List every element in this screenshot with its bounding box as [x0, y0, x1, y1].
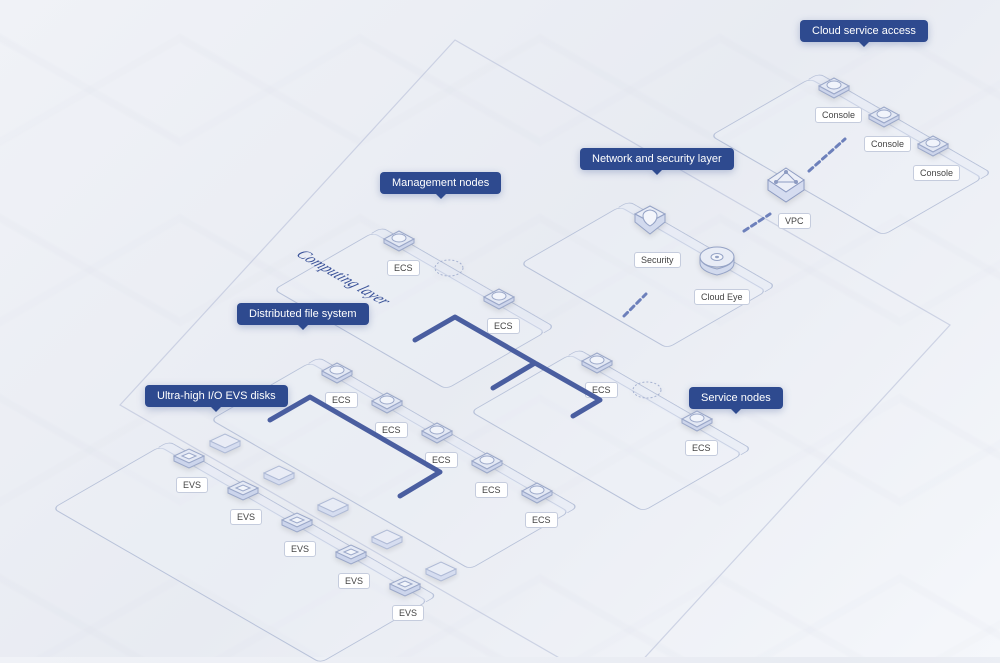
server-icon: [378, 225, 420, 255]
server-icon: [676, 405, 718, 435]
distributed-fs-title: Distributed file system: [237, 303, 369, 325]
cloud-icon: [912, 130, 954, 160]
cloud-icon: [813, 72, 855, 102]
server-icon: [416, 417, 458, 447]
server-icon: [576, 347, 618, 377]
shield-icon: [625, 200, 675, 244]
cloud-icon: [863, 101, 905, 131]
item-label: ECS: [685, 440, 718, 456]
item-label: ECS: [525, 512, 558, 528]
item-label: Console: [864, 136, 911, 152]
disk-icon: [366, 523, 408, 553]
item-label: ECS: [325, 392, 358, 408]
server-icon: [316, 357, 358, 387]
item-label: ECS: [425, 452, 458, 468]
disk-icon: [204, 427, 246, 457]
item-label: Console: [815, 107, 862, 123]
server-placeholder-icon: [428, 253, 470, 283]
item-label: EVS: [392, 605, 424, 621]
server-icon: [466, 447, 508, 477]
item-label: Console: [913, 165, 960, 181]
disk-icon: [312, 491, 354, 521]
cloud-eye-icon: [692, 237, 742, 281]
server-icon: [478, 283, 520, 313]
evs-disks-title: Ultra-high I/O EVS disks: [145, 385, 288, 407]
item-label: ECS: [475, 482, 508, 498]
item-label: EVS: [230, 509, 262, 525]
network-security-title: Network and security layer: [580, 148, 734, 170]
item-label: ECS: [585, 382, 618, 398]
item-label: ECS: [375, 422, 408, 438]
item-label: EVS: [284, 541, 316, 557]
item-label: Cloud Eye: [694, 289, 750, 305]
server-icon: [516, 477, 558, 507]
disk-icon: [258, 459, 300, 489]
item-label: Security: [634, 252, 681, 268]
cloud-access-title: Cloud service access: [800, 20, 928, 42]
item-label: EVS: [338, 573, 370, 589]
server-icon: [366, 387, 408, 417]
disk-icon: [420, 555, 462, 585]
item-label: EVS: [176, 477, 208, 493]
server-placeholder-icon: [626, 375, 668, 405]
item-label: ECS: [387, 260, 420, 276]
item-label: ECS: [487, 318, 520, 334]
management-nodes-title: Management nodes: [380, 172, 501, 194]
item-label: VPC: [778, 213, 811, 229]
